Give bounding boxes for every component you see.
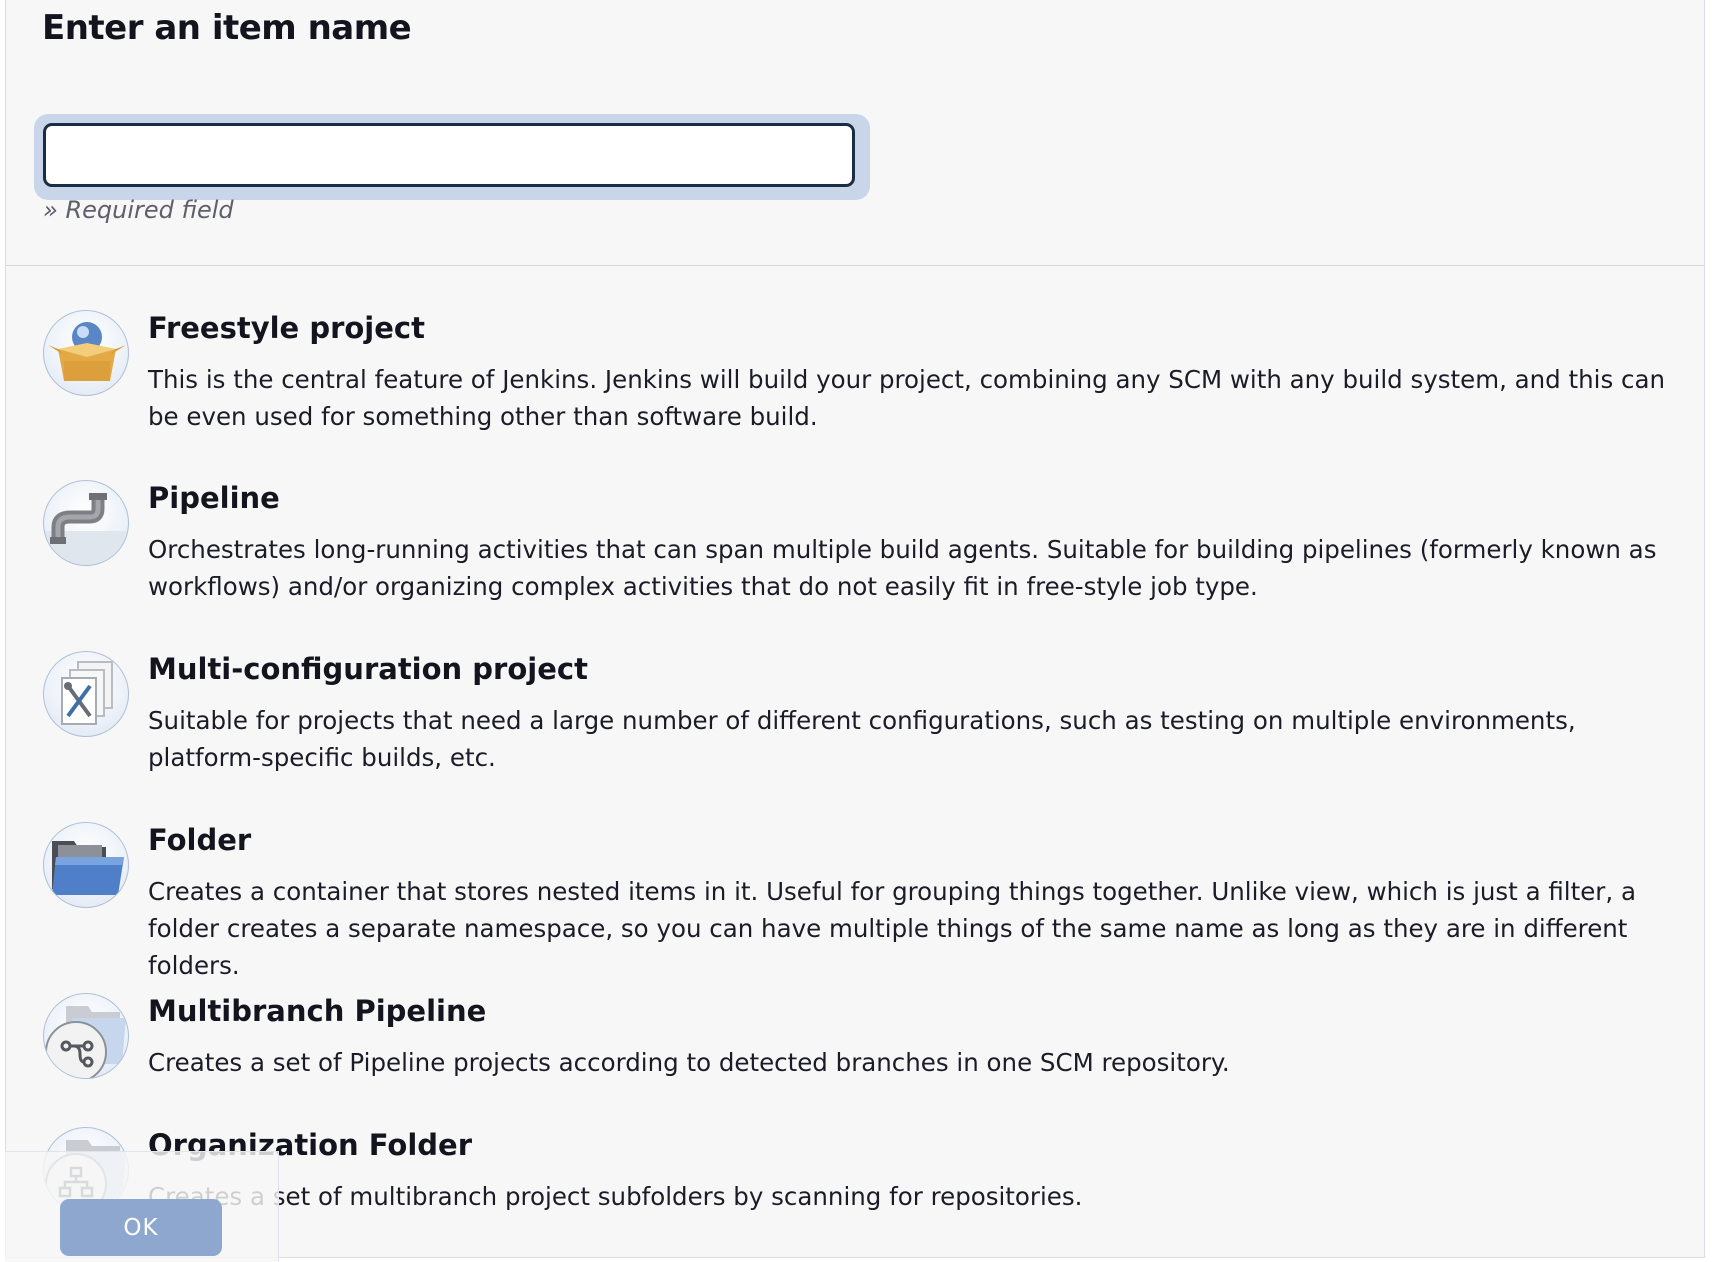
folder-icon	[43, 822, 129, 908]
item-name-input[interactable]	[43, 123, 855, 187]
item-type-multi-configuration[interactable]: Multi-configuration project Suitable for…	[6, 607, 1704, 772]
item-type-description: This is the central feature of Jenkins. …	[148, 365, 1666, 431]
item-type-title: Folder	[148, 823, 252, 857]
item-type-description: Creates a set of Pipeline projects accor…	[148, 1048, 1230, 1077]
ok-button[interactable]: OK	[60, 1199, 222, 1256]
bottom-action-bar: OK	[5, 1151, 279, 1262]
item-type-description: Orchestrates long-running activities tha…	[148, 535, 1657, 601]
item-type-freestyle[interactable]: Freestyle project This is the central fe…	[6, 266, 1704, 431]
name-input-focus-ring	[34, 114, 870, 200]
page-title: Enter an item name	[42, 8, 412, 48]
new-item-page: Enter an item name » Required field Free…	[5, 0, 1705, 1258]
item-type-multibranch-pipeline[interactable]: Multibranch Pipeline Creates a set of Pi…	[6, 949, 1704, 1079]
item-type-folder[interactable]: Folder Creates a container that stores n…	[6, 778, 1704, 980]
pipe-icon	[43, 480, 129, 566]
item-type-title: Pipeline	[148, 481, 280, 515]
multibranch-icon	[43, 993, 129, 1079]
item-type-title: Multi-configuration project	[148, 652, 588, 686]
item-type-description: Creates a set of multibranch project sub…	[148, 1182, 1083, 1211]
item-name-section: Enter an item name » Required field	[6, 0, 1704, 266]
item-type-pipeline[interactable]: Pipeline Orchestrates long-running activ…	[6, 436, 1704, 601]
item-type-title: Freestyle project	[148, 311, 425, 345]
multi-config-tools-icon	[43, 651, 129, 737]
freestyle-box-icon	[43, 310, 129, 396]
required-field-note: » Required field	[43, 196, 234, 224]
item-type-description: Suitable for projects that need a large …	[148, 706, 1576, 772]
item-type-title: Multibranch Pipeline	[148, 994, 487, 1028]
